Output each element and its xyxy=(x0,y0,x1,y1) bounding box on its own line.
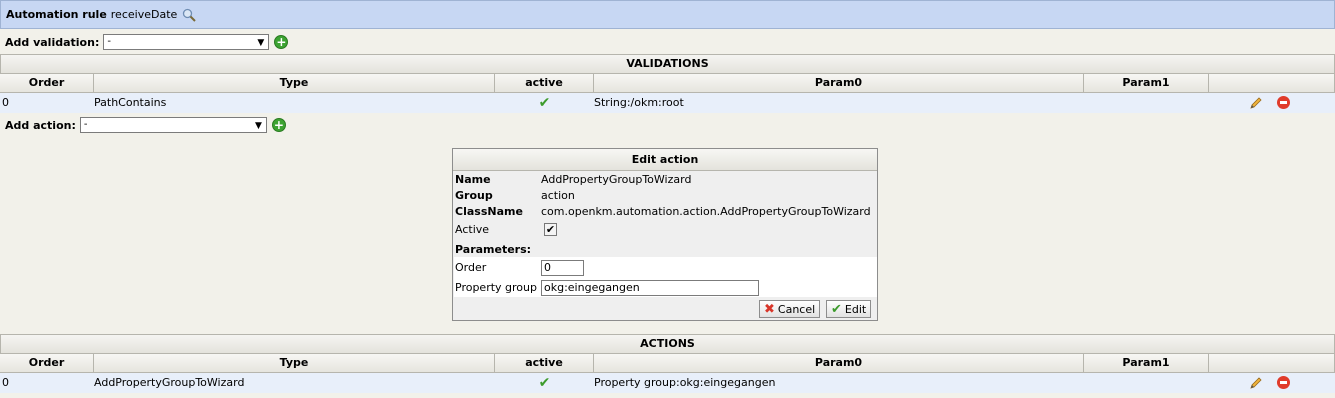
rule-name: receiveDate xyxy=(110,8,178,21)
row-type: AddPropertyGroupToWizard xyxy=(94,376,245,389)
row-order: 0 xyxy=(2,96,9,109)
edit-button-label: Edit xyxy=(844,302,867,316)
parameters-label: Parameters: xyxy=(455,243,532,256)
col-order: Order xyxy=(0,354,94,372)
col-param0: Param0 xyxy=(594,74,1084,92)
check-icon: ✔ xyxy=(538,95,551,111)
col-order: Order xyxy=(0,74,94,92)
row-actions xyxy=(1209,93,1335,113)
row-param0: Property group:okg:eingegangen xyxy=(594,376,776,389)
col-param1: Param1 xyxy=(1084,74,1209,92)
add-action-row: Add action: - ▼ + xyxy=(0,113,286,137)
edit-button[interactable]: ✔ Edit xyxy=(826,300,872,318)
magnifier-icon[interactable] xyxy=(182,8,196,22)
classname-label: ClassName xyxy=(455,205,523,218)
add-validation-select[interactable]: - ▼ xyxy=(103,34,270,50)
name-value: AddPropertyGroupToWizard xyxy=(541,173,692,186)
property-group-input[interactable]: okg:eingegangen xyxy=(541,280,759,296)
rule-title-bar: Automation rule receiveDate xyxy=(0,0,1335,29)
add-validation-icon[interactable]: + xyxy=(274,35,289,49)
row-type: PathContains xyxy=(94,96,167,109)
col-actions xyxy=(1209,354,1335,372)
cancel-x-icon: ✖ xyxy=(764,301,775,317)
add-validation-selected: - xyxy=(107,36,111,47)
check-icon: ✔ xyxy=(538,375,551,391)
cancel-button-label: Cancel xyxy=(777,302,816,316)
dropdown-arrow-icon: ▼ xyxy=(254,121,262,131)
col-param1: Param1 xyxy=(1084,354,1209,372)
order-label: Order xyxy=(455,261,487,274)
table-row: 0 AddPropertyGroupToWizard ✔ Property gr… xyxy=(0,373,1335,393)
row-param0: String:/okm:root xyxy=(594,96,684,109)
table-row: 0 PathContains ✔ String:/okm:root xyxy=(0,93,1335,113)
col-active: active xyxy=(495,74,594,92)
add-action-selected: - xyxy=(83,119,88,130)
dropdown-arrow-icon: ▼ xyxy=(257,38,265,48)
order-input[interactable]: 0 xyxy=(541,260,584,276)
col-param0: Param0 xyxy=(594,354,1084,372)
col-type: Type xyxy=(94,74,495,92)
col-active: active xyxy=(495,354,594,372)
row-order: 0 xyxy=(2,376,9,389)
dialog-title: Edit action xyxy=(453,149,877,171)
add-validation-row: Add validation: - ▼ + xyxy=(0,30,289,54)
add-action-label: Add action: xyxy=(5,118,76,132)
row-param1 xyxy=(1084,373,1209,393)
classname-value: com.openkm.automation.action.AddProperty… xyxy=(541,205,871,218)
property-group-label: Property group xyxy=(455,281,537,294)
rule-label: Automation rule xyxy=(6,8,107,21)
active-label: Active xyxy=(455,223,490,236)
group-label: Group xyxy=(455,189,493,202)
edit-check-icon: ✔ xyxy=(831,301,842,317)
actions-header-row: Order Type active Param0 Param1 xyxy=(0,354,1335,373)
row-param1 xyxy=(1084,93,1209,113)
edit-pencil-icon[interactable] xyxy=(1249,96,1263,110)
active-checkbox[interactable]: ✔ xyxy=(544,223,557,236)
name-label: Name xyxy=(455,173,491,186)
col-type: Type xyxy=(94,354,495,372)
col-actions xyxy=(1209,74,1335,92)
add-action-icon[interactable]: + xyxy=(271,118,286,132)
edit-pencil-icon[interactable] xyxy=(1249,376,1263,390)
edit-action-dialog: Edit action Name AddPropertyGroupToWizar… xyxy=(452,148,878,321)
validations-title: VALIDATIONS xyxy=(0,54,1335,74)
cancel-button[interactable]: ✖ Cancel xyxy=(759,300,821,318)
group-value: action xyxy=(541,189,575,202)
add-action-select[interactable]: - ▼ xyxy=(79,117,267,133)
row-actions xyxy=(1209,373,1335,393)
validations-header-row: Order Type active Param0 Param1 xyxy=(0,74,1335,93)
delete-icon[interactable] xyxy=(1277,96,1290,109)
add-validation-label: Add validation: xyxy=(5,35,100,49)
delete-icon[interactable] xyxy=(1277,376,1290,389)
actions-title: ACTIONS xyxy=(0,334,1335,354)
